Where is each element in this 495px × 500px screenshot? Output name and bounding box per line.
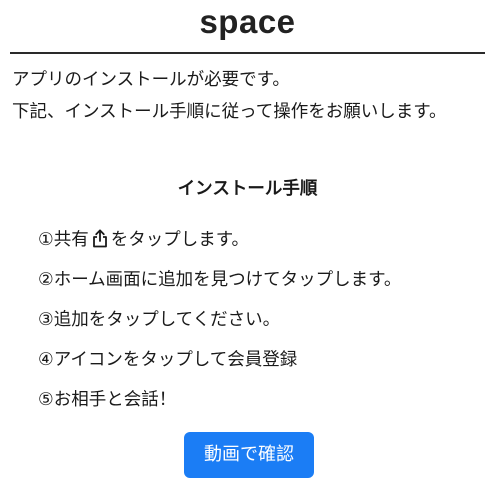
intro-line-2: 下記、インストール手順に従って操作をお願いします。 [12, 102, 447, 122]
install-steps-list: ①共有 をタップします。 ②ホーム画面に追加を見つけてタップします。 ③追加をタッ… [38, 224, 401, 424]
step-1-text-after: をタップします。 [110, 230, 249, 250]
intro-text: アプリのインストールが必要です。 下記、インストール手順に従って操作をお願いしま… [12, 64, 482, 128]
header-divider [10, 52, 485, 54]
step-3: ③追加をタップしてください。 [38, 310, 281, 330]
share-icon [91, 227, 109, 248]
step-1: ①共有 をタップします。 [38, 224, 401, 264]
install-steps-title: インストール手順 [177, 179, 318, 199]
header: space [0, 0, 495, 54]
step-5: ⑤お相手と会話！ [38, 390, 177, 410]
step-1-text-before: ①共有 [38, 230, 89, 250]
step-4: ④アイコンをタップして会員登録 [38, 350, 298, 370]
intro-line-1: アプリのインストールが必要です。 [12, 70, 290, 90]
step-2: ②ホーム画面に追加を見つけてタップします。 [38, 270, 402, 290]
app-title: space [199, 3, 296, 40]
watch-video-button[interactable]: 動画で確認 [184, 432, 314, 478]
